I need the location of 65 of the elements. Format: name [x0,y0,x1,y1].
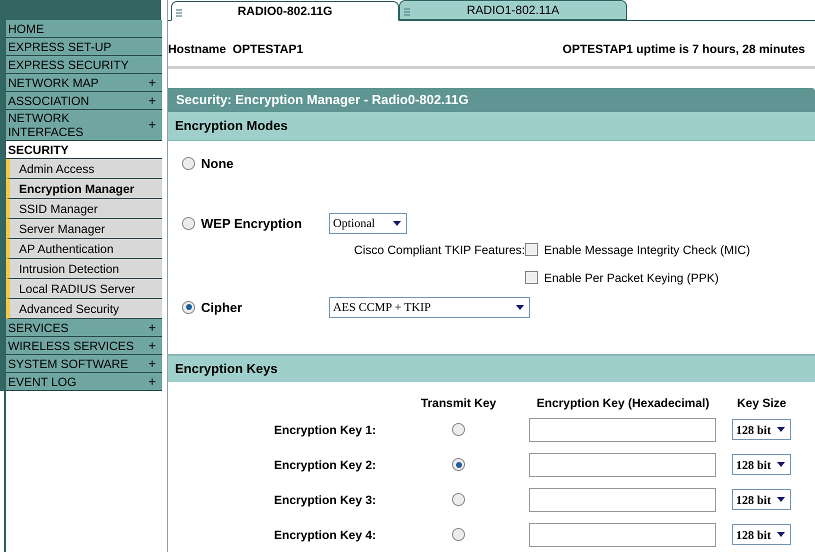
submenu-item[interactable]: Local RADIUS Server [6,279,162,299]
menu-item[interactable]: EXPRESS SET-UP [6,38,162,56]
menu-item[interactable]: SERVICES + [6,319,162,337]
tkip-label: Cisco Compliant TKIP Features: [353,242,525,259]
menu-item[interactable]: HOME [6,20,162,38]
dropdown[interactable]: 128 bit [732,454,791,476]
grip-icon [176,9,182,18]
key-input[interactable] [529,522,716,547]
caret-icon [516,304,524,310]
menu-item[interactable]: WIRELESS SERVICES + [6,337,162,355]
caret-icon [777,532,785,538]
radio-button[interactable] [452,528,465,542]
menu-item[interactable]: NETWORK INTERFACES + [6,110,162,141]
mode-label: Cipher [201,298,244,317]
caret-icon [777,462,785,468]
mode-label: None [201,154,234,173]
section-header: Encryption Keys [168,354,815,382]
radio-button[interactable] [452,493,465,506]
dropdown[interactable]: 128 bit [732,489,791,510]
column-header: Transmit Key [420,395,498,412]
panel-header: Security: Encryption Manager - Radio0-802.11G [168,88,815,112]
submenu-item[interactable]: Intrusion Detection [6,259,162,279]
dropdown[interactable]: 128 bit [732,524,791,546]
radio-button[interactable] [182,300,195,314]
key-input[interactable] [529,488,716,512]
tab[interactable]: RADIO0-802.11G [171,1,399,21]
key-label: Encryption Key 2: [273,456,378,474]
dropdown[interactable]: Optional [329,212,407,234]
section-header: Encryption Modes [168,112,815,142]
submenu-item[interactable]: Encryption Manager [6,179,162,199]
menu-item[interactable]: ASSOCIATION + [6,92,162,110]
checkbox-label: Enable Message Integrity Check (MIC) [544,242,750,259]
checkbox[interactable] [525,243,538,256]
key-label: Encryption Key 3: [273,492,378,509]
menu-item[interactable]: NETWORK MAP + [6,74,162,92]
key-input[interactable] [529,418,716,442]
caret-icon [777,427,785,432]
menu-item[interactable]: SYSTEM SOFTWARE + [6,355,162,373]
submenu-item[interactable]: Advanced Security [6,299,162,319]
hostname-text: Hostname OPTESTAP1 [168,41,304,58]
key-input[interactable] [529,452,716,477]
menu-item[interactable]: EXPRESS SECURITY [6,56,162,74]
checkbox-label: Enable Per Packet Keying (PPK) [544,270,719,287]
checkbox[interactable] [525,271,538,284]
tab[interactable]: RADIO1-802.11A [399,0,627,20]
radio-button[interactable] [452,458,465,472]
dropdown[interactable]: 128 bit [732,419,791,440]
submenu-item[interactable]: Admin Access [6,159,162,179]
caret-icon [777,497,785,502]
submenu-item[interactable]: SSID Manager [6,199,162,219]
radio-button[interactable] [182,156,195,170]
submenu-item[interactable]: AP Authentication [6,239,162,259]
radio-button[interactable] [182,216,195,230]
submenu-item[interactable]: Server Manager [6,219,162,239]
radio-button[interactable] [452,423,465,436]
column-header: Key Size [736,395,788,412]
menu-item[interactable]: EVENT LOG + [6,373,162,391]
mode-label: WEP Encryption [201,214,303,233]
column-header: Encryption Key (Hexadecimal) [536,395,710,412]
key-label: Encryption Key 4: [273,526,378,544]
caret-icon [393,220,401,226]
grip-icon [404,8,410,17]
uptime-text: OPTESTAP1 uptime is 7 hours, 28 minutes [562,41,806,58]
key-label: Encryption Key 1: [273,422,378,439]
dropdown[interactable]: AES CCMP + TKIP [329,296,530,318]
